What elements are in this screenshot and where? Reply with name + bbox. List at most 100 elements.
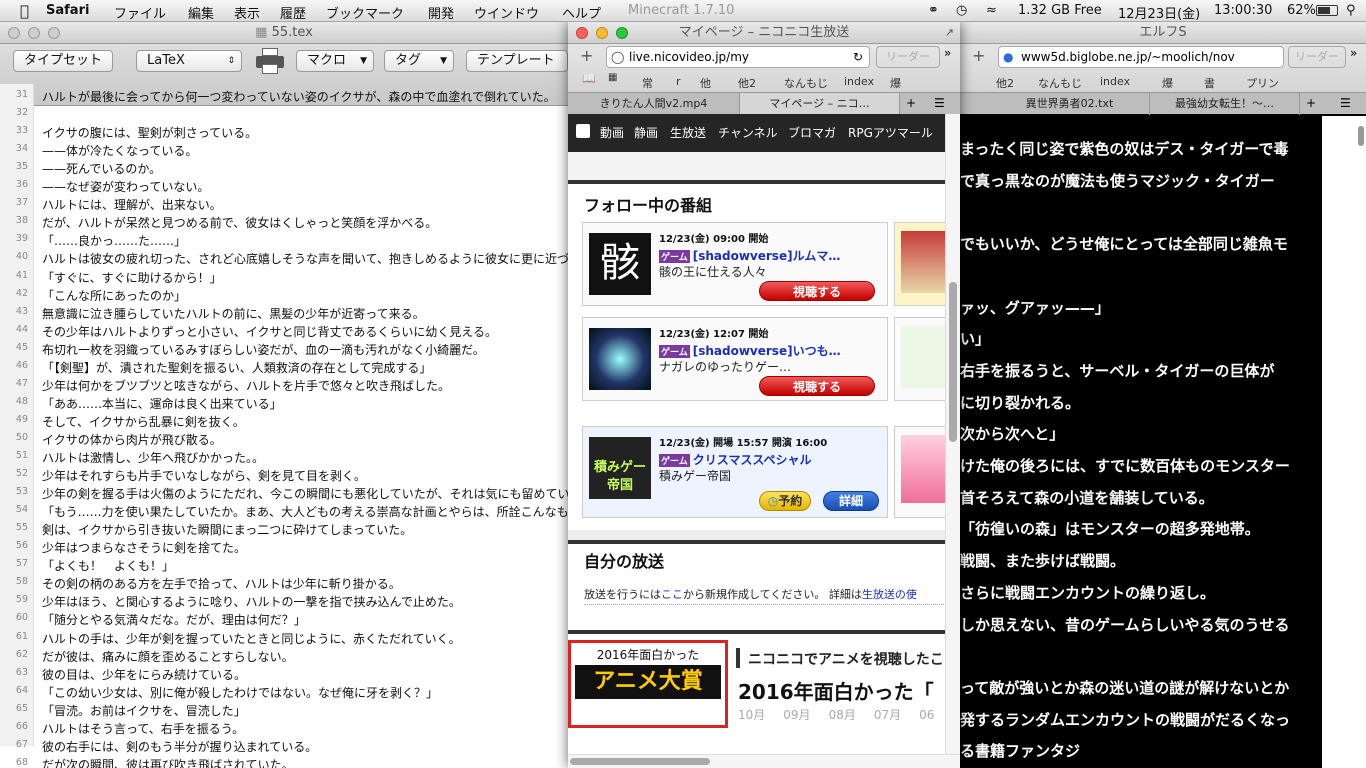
macro-select[interactable]: マクロ ▼	[296, 50, 374, 72]
typeset-button[interactable]: タイプセット	[13, 50, 114, 72]
side-program-card[interactable]	[894, 317, 945, 401]
side-program-card[interactable]	[894, 426, 945, 518]
program-thumbnail[interactable]: 骸	[589, 233, 651, 295]
community-name[interactable]: ナガレのゆったりゲー…	[659, 358, 791, 375]
program-thumbnail[interactable]	[589, 328, 651, 390]
battery-icon[interactable]	[1316, 5, 1338, 16]
right-scrollbar-thumb[interactable]	[1358, 126, 1364, 146]
print-icon[interactable]	[256, 48, 284, 74]
nico-nav-item[interactable]: ブロマガ	[788, 114, 836, 152]
create-link[interactable]: ここ	[661, 588, 683, 601]
menu-app-name[interactable]: Safari	[46, 3, 89, 18]
tab-isekai-yuusha[interactable]: 異世界勇者02.txt	[990, 93, 1150, 115]
bookmark-item[interactable]: 書	[1204, 75, 1215, 91]
side-program-card[interactable]	[894, 222, 945, 306]
bookmark-item[interactable]: 他2	[738, 75, 756, 91]
program-card[interactable]: 骸 12/23(金) 09:00 開始 ゲーム [shadowverse]ルムマ……	[582, 222, 888, 306]
right-address-bar[interactable]: ● www5d.biglobe.ne.jp/~moolich/nov	[998, 46, 1284, 68]
reload-icon[interactable]: ↻	[853, 47, 863, 67]
time-machine-icon[interactable]: ◷	[956, 3, 967, 18]
detail-button[interactable]: 詳細	[823, 491, 879, 511]
watch-button[interactable]: 視聴する	[759, 376, 875, 396]
minimize-button-icon[interactable]	[28, 27, 40, 39]
program-title-link[interactable]: ゲーム [shadowverse]いつも…	[659, 342, 841, 359]
bookmark-item[interactable]: 爆	[1162, 75, 1173, 91]
usage-link[interactable]: 生放送の使	[862, 588, 917, 601]
middle-vertical-scrollbar[interactable]	[945, 114, 960, 754]
middle-titlebar[interactable]: マイページ – ニコニコ生放送 ↗	[568, 22, 960, 44]
menu-bookmarks[interactable]: ブックマーク	[326, 3, 404, 22]
bookmark-item[interactable]: プリン	[1246, 75, 1279, 91]
bookmarks-book-icon[interactable]: 📖	[582, 72, 596, 85]
top-sites-grid-icon[interactable]: ▦	[608, 72, 617, 83]
zoom-button-icon[interactable]	[48, 27, 60, 39]
new-tab-icon[interactable]: +	[580, 46, 593, 65]
bookmark-item[interactable]: r	[676, 75, 681, 88]
zoom-button-icon[interactable]	[616, 27, 628, 39]
tab-kiritan[interactable]: きりたん人間v2.mp4	[568, 93, 740, 115]
close-button-icon[interactable]	[8, 27, 20, 39]
menu-file[interactable]: ファイル	[114, 3, 166, 22]
menu-develop[interactable]: 開発	[428, 3, 454, 22]
right-titlebar[interactable]: エルフS	[960, 22, 1366, 44]
nico-nav-item[interactable]: 生放送	[670, 114, 706, 152]
add-tab-icon[interactable]: +	[906, 96, 916, 110]
right-scrollbar-track[interactable]	[1322, 116, 1366, 768]
minimize-button-icon[interactable]	[596, 27, 608, 39]
bookmark-item[interactable]: 爆	[890, 75, 901, 91]
middle-horizontal-scrollbar[interactable]	[568, 754, 960, 768]
date-display[interactable]: 12月23日(金)	[1118, 3, 1200, 22]
engine-select[interactable]: LaTeX ⇕	[136, 50, 242, 72]
month-tab[interactable]: 06	[919, 708, 934, 722]
nico-nav-item[interactable]: チャンネル	[718, 114, 778, 152]
template-select[interactable]: テンプレート	[466, 50, 568, 72]
menu-window[interactable]: ウインドウ	[474, 3, 539, 22]
program-thumbnail[interactable]: 積みゲー帝国	[589, 437, 651, 499]
middle-hscroll-thumb[interactable]	[570, 758, 710, 765]
right-reader-button[interactable]: リーダー	[1288, 46, 1346, 68]
nico-nav-item[interactable]: 動画	[600, 114, 624, 152]
side-thumbnail[interactable]	[901, 435, 945, 503]
side-thumbnail[interactable]	[901, 231, 945, 293]
clock-display[interactable]: 13:00:30	[1214, 3, 1272, 18]
tab-overview-icon[interactable]: ☰	[934, 96, 945, 110]
more-icon[interactable]: »	[1350, 46, 1357, 60]
more-icon[interactable]: »	[944, 46, 951, 60]
program-card[interactable]: 積みゲー帝国 12/23(金) 開場 15:57 開演 16:00 ゲーム クリス…	[582, 426, 888, 518]
middle-address-bar[interactable]: ◯ live.nicovideo.jp/my ↻	[606, 46, 870, 68]
bookmark-item[interactable]: なんもじ	[1038, 75, 1082, 91]
month-tab[interactable]: 08月	[829, 708, 856, 722]
bookmark-item[interactable]: 他2	[996, 75, 1014, 91]
menu-help[interactable]: ヘルプ	[562, 3, 601, 22]
reserve-button[interactable]: ◷予約	[759, 491, 811, 511]
bookmark-item[interactable]: 他	[700, 75, 711, 91]
close-button-icon[interactable]	[576, 27, 588, 39]
new-tab-icon[interactable]: +	[972, 46, 992, 66]
fullscreen-icon[interactable]: ↗	[945, 22, 954, 44]
editor-titlebar[interactable]: ▦ 55.tex	[0, 22, 568, 44]
editor-text-area[interactable]: 31 ハルトが最後に会ってから何一つ変わっていない姿のイクサが、森の中で血塗れで倒…	[0, 84, 568, 768]
community-name[interactable]: 骸の王に仕える人々	[659, 263, 767, 280]
banner-headline[interactable]: ニコニコでアニメを視聴したこ	[748, 649, 944, 669]
tab-saikyou-youjo[interactable]: 最強幼女転生！〜…	[1150, 93, 1300, 115]
side-thumbnail[interactable]	[901, 326, 945, 388]
spotlight-icon[interactable]: ⚲	[1346, 3, 1356, 18]
nico-nav-item[interactable]: RPGアツマール	[848, 114, 933, 152]
niconico-logo-icon[interactable]	[576, 124, 590, 138]
creative-cloud-icon[interactable]: ⚭	[928, 3, 939, 18]
program-card[interactable]: 12/23(金) 12:07 開始 ゲーム [shadowverse]いつも… ナ…	[582, 317, 888, 401]
add-tab-icon[interactable]: +	[1306, 96, 1316, 110]
tab-mypage[interactable]: マイページ – ニコ…	[740, 93, 900, 115]
month-tab[interactable]: 09月	[783, 708, 810, 722]
tab-overview-icon[interactable]: ☰	[1340, 96, 1351, 110]
battery-percentage[interactable]: 62%	[1287, 3, 1316, 18]
menu-edit[interactable]: 編集	[188, 3, 214, 22]
program-title-link[interactable]: ゲーム クリスマススペシャル	[659, 451, 812, 468]
month-tab[interactable]: 07月	[874, 708, 901, 722]
nico-nav-item[interactable]: 静画	[634, 114, 658, 152]
bookmark-item[interactable]: index	[1100, 75, 1130, 88]
bookmark-item[interactable]: index	[844, 75, 874, 88]
middle-reader-button[interactable]: リーダー	[876, 46, 940, 68]
middle-scrollbar-thumb[interactable]	[949, 282, 957, 442]
month-tab[interactable]: 10月	[738, 708, 765, 722]
